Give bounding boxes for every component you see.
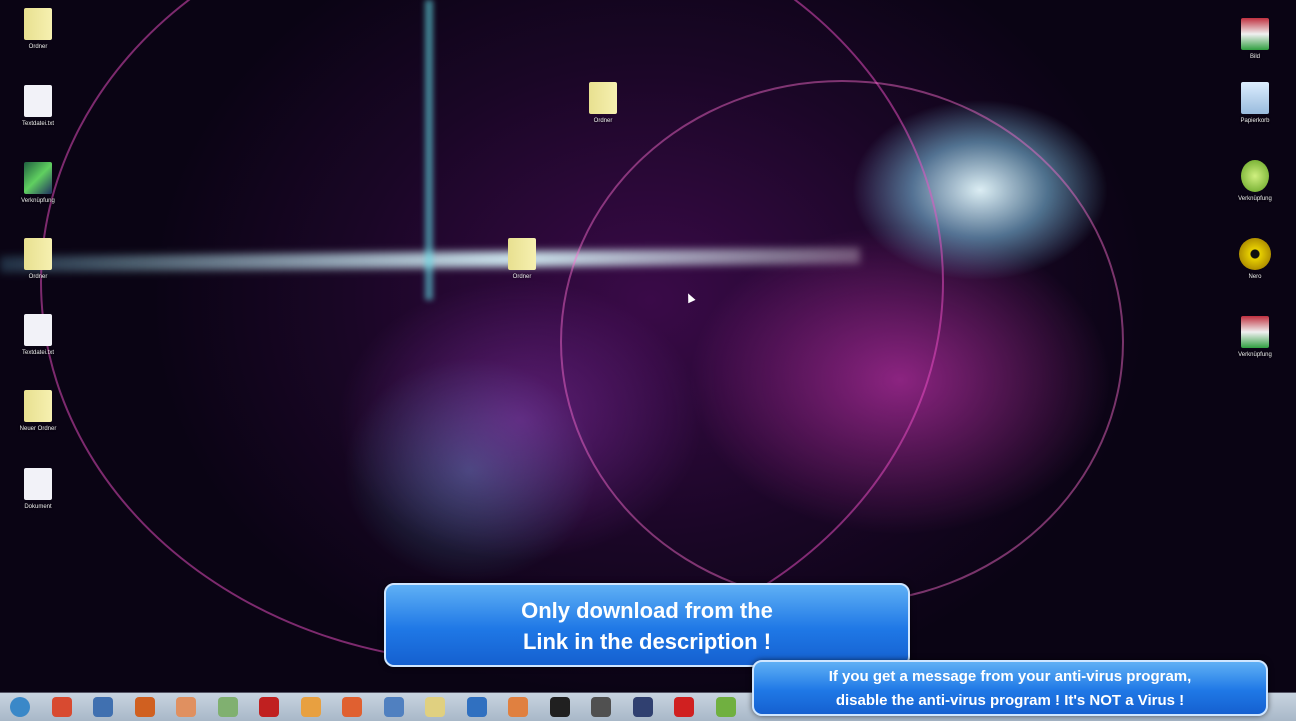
desktop-icon[interactable]: Papierkorb bbox=[1215, 82, 1295, 125]
taskbar-app-icon[interactable] bbox=[715, 697, 736, 717]
taskbar-app-icon[interactable] bbox=[176, 697, 196, 717]
banner-line: Only download from the bbox=[521, 598, 773, 623]
desktop-icon-label: Papierkorb bbox=[1240, 118, 1270, 124]
desktop-icon-label: Verknüpfung bbox=[21, 198, 55, 204]
img-icon bbox=[1241, 316, 1269, 348]
desktop-icon[interactable]: Ordner bbox=[563, 82, 643, 125]
disc-icon bbox=[1239, 238, 1271, 270]
desktop-icon-label: Ordner bbox=[28, 274, 48, 280]
folder-icon bbox=[24, 390, 52, 422]
bin-icon bbox=[1241, 82, 1269, 114]
antivirus-notice-banner: If you get a message from your anti-viru… bbox=[752, 660, 1268, 716]
desktop-icon[interactable]: Ordner bbox=[0, 238, 78, 281]
desktop-icon[interactable]: Ordner bbox=[0, 8, 78, 51]
taskbar-app-icon[interactable] bbox=[632, 697, 653, 717]
taskbar-chrome-icon[interactable] bbox=[51, 697, 72, 717]
desktop-icon-label: Verknüpfung bbox=[1238, 352, 1272, 358]
taskbar-app-icon[interactable] bbox=[93, 697, 113, 717]
doc-icon bbox=[24, 468, 52, 500]
desktop-icon-label: Textdatei.txt bbox=[21, 350, 54, 356]
taskbar-app-icon[interactable] bbox=[508, 697, 528, 717]
desktop-icon[interactable]: Textdatei.txt bbox=[0, 314, 78, 357]
img-icon bbox=[1241, 18, 1269, 50]
taskbar-app-icon[interactable] bbox=[674, 697, 694, 717]
net-icon bbox=[24, 162, 52, 194]
taskbar-filezilla-icon[interactable] bbox=[259, 697, 279, 717]
desktop-icon-label: Verknüpfung bbox=[1238, 196, 1272, 202]
banner-line: Link in the description ! bbox=[522, 629, 772, 654]
folder-icon bbox=[589, 82, 617, 114]
banner-line: disable the anti-virus program ! It's NO… bbox=[835, 692, 1185, 709]
taskbar-app-icon[interactable] bbox=[466, 697, 487, 717]
desktop-icon-label: Textdatei.txt bbox=[21, 121, 54, 127]
doc-icon bbox=[24, 314, 52, 346]
desktop-icon-label: Nero bbox=[1248, 274, 1262, 280]
globe-icon bbox=[1241, 160, 1269, 192]
taskbar-app-icon[interactable] bbox=[217, 697, 238, 717]
desktop-icon[interactable]: Verknüpfung bbox=[0, 162, 78, 205]
desktop-icon-label: Ordner bbox=[593, 118, 613, 124]
banner-line: If you get a message from your anti-viru… bbox=[828, 668, 1192, 685]
start-button[interactable] bbox=[10, 697, 30, 717]
taskbar-firefox-icon[interactable] bbox=[134, 697, 155, 717]
desktop-icon[interactable]: Verknüpfung bbox=[1215, 160, 1295, 203]
desktop-icon[interactable]: Neuer Ordner bbox=[0, 390, 78, 433]
doc-icon bbox=[24, 85, 52, 117]
desktop-icon-label: Dokument bbox=[24, 504, 52, 510]
desktop-icon[interactable]: Nero bbox=[1215, 238, 1295, 281]
folder-icon bbox=[24, 238, 52, 270]
desktop-icon-label: Ordner bbox=[28, 44, 48, 50]
desktop-icon-label: Bild bbox=[1249, 54, 1260, 60]
desktop-icon[interactable]: Textdatei.txt bbox=[0, 85, 78, 128]
taskbar-app-icon[interactable] bbox=[425, 697, 445, 717]
desktop-icon-label: Neuer Ordner bbox=[19, 426, 57, 432]
taskbar-app-icon[interactable] bbox=[342, 697, 362, 717]
desktop-icon-label: Ordner bbox=[512, 274, 532, 280]
desktop-icon[interactable]: Ordner bbox=[482, 238, 562, 281]
taskbar-app-icon[interactable] bbox=[300, 697, 321, 717]
taskbar-app-icon[interactable] bbox=[591, 697, 611, 717]
folder-icon bbox=[508, 238, 536, 270]
wallpaper-arc bbox=[560, 80, 1124, 604]
desktop-icon[interactable]: Dokument bbox=[0, 468, 78, 511]
taskbar-app-icon[interactable] bbox=[383, 697, 404, 717]
download-notice-banner: Only download from the Link in the descr… bbox=[384, 583, 910, 667]
taskbar-app-icon[interactable] bbox=[549, 697, 570, 717]
folder-icon bbox=[24, 8, 52, 40]
desktop-icon[interactable]: Bild bbox=[1215, 18, 1295, 61]
desktop-icon[interactable]: Verknüpfung bbox=[1215, 316, 1295, 359]
